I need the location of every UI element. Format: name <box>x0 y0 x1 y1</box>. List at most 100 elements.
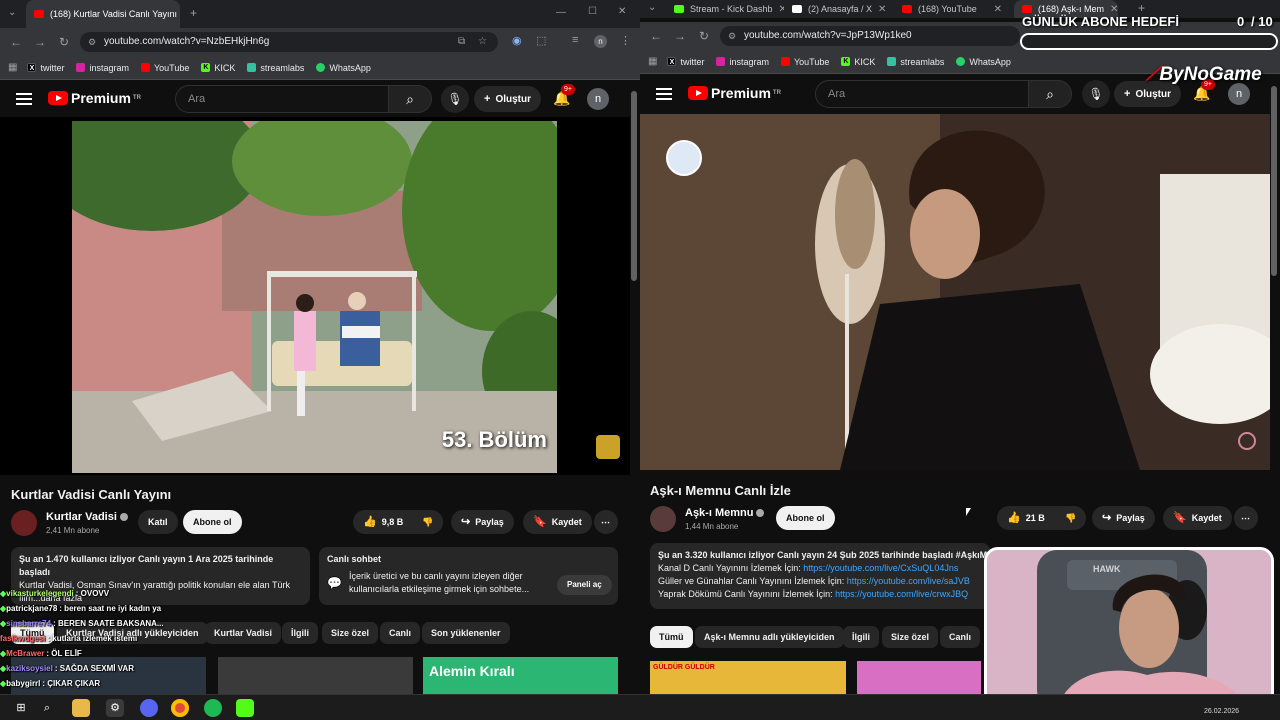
maximize-icon[interactable]: ☐ <box>588 6 597 17</box>
bookmark-instagram[interactable]: instagram <box>76 63 129 73</box>
tab-youtube[interactable]: (168) YouTube ✕ <box>894 0 1010 18</box>
dislike-button[interactable]: 👎 <box>415 510 443 534</box>
kanal-d-link[interactable]: https://youtube.com/live/CxSuQL04Jns <box>803 563 958 573</box>
apps-grid-icon[interactable]: ▦ <box>8 62 17 73</box>
tab-list-icon[interactable]: ⌄ <box>8 7 16 18</box>
chip-related[interactable]: İlgili <box>282 622 318 644</box>
bookmark-twitter[interactable]: Xtwitter <box>27 63 64 73</box>
channel-avatar[interactable] <box>11 510 37 536</box>
channel-name[interactable]: Kurtlar Vadisi <box>46 511 128 523</box>
bookmark-streamlabs[interactable]: streamlabs <box>887 57 944 67</box>
open-panel-button[interactable]: Paneli aç <box>557 575 612 595</box>
save-button[interactable]: 🔖 Kaydet <box>523 510 592 534</box>
bookmark-kick[interactable]: K KICK <box>841 57 875 67</box>
search-button[interactable]: ⌕ <box>1028 80 1072 108</box>
install-icon[interactable]: ⧉ <box>458 32 465 52</box>
settings-app-icon[interactable]: ⚙ <box>106 699 124 717</box>
hamburger-menu-icon[interactable] <box>656 88 672 100</box>
guller-link[interactable]: https://youtube.com/live/saJVB <box>847 576 970 586</box>
site-info-icon[interactable]: ⚙ <box>728 26 736 46</box>
chrome-icon[interactable] <box>171 699 189 717</box>
voice-search-button[interactable]: 🎙 <box>1082 80 1110 108</box>
account-avatar[interactable]: n <box>587 88 609 110</box>
video-player[interactable]: 53. Bölüm <box>0 117 630 475</box>
youtube-premium-logo[interactable]: Premium TR <box>48 90 141 106</box>
video-player[interactable] <box>640 114 1270 470</box>
tab-list-icon[interactable]: ⌄ <box>648 2 656 13</box>
recommended-thumb-2[interactable] <box>218 657 413 694</box>
search-button[interactable]: ⌕ <box>388 85 432 113</box>
subscribe-button[interactable]: Abone ol <box>183 510 242 534</box>
site-info-icon[interactable]: ⚙ <box>88 32 96 52</box>
bookmark-star-icon[interactable]: ☆ <box>478 32 487 52</box>
omnibox[interactable]: ⚙ youtube.com/watch?v=JpP13Wp1ke0 <box>720 26 1020 46</box>
close-tab-icon[interactable]: ✕ <box>773 4 784 15</box>
back-icon[interactable]: ← <box>4 35 28 49</box>
close-window-icon[interactable]: ✕ <box>618 6 626 17</box>
close-tab-icon[interactable]: ✕ <box>1104 4 1118 15</box>
notifications-button[interactable]: 🔔 9+ <box>553 84 575 107</box>
media-icon[interactable]: ≡ <box>572 34 578 46</box>
account-avatar[interactable]: n <box>1228 83 1250 105</box>
chip-recent[interactable]: Son yüklenenler <box>422 622 510 644</box>
close-tab-icon[interactable]: ✕ <box>988 4 1002 15</box>
new-tab-icon[interactable]: + <box>1138 1 1145 15</box>
recommended-thumb-1[interactable]: GÜLDÜR GÜLDÜR <box>650 661 846 694</box>
file-explorer-icon[interactable] <box>72 699 90 717</box>
share-button[interactable]: ↪ Paylaş <box>451 510 514 534</box>
join-button[interactable]: Katıl <box>138 510 178 534</box>
kick-app-icon[interactable] <box>236 699 254 717</box>
channel-avatar[interactable] <box>650 506 676 532</box>
bookmark-instagram[interactable]: instagram <box>716 57 769 67</box>
menu-dots-icon[interactable]: ⋮ <box>620 34 631 47</box>
apps-grid-icon[interactable]: ▦ <box>648 56 657 67</box>
chip-for-you[interactable]: Size özel <box>882 626 939 648</box>
bookmark-whatsapp[interactable]: WhatsApp <box>316 63 371 73</box>
profile-icon[interactable]: n <box>594 35 607 48</box>
omnibox[interactable]: ⚙ youtube.com/watch?v=NzbEHkjHn6g ⧉ ☆ <box>80 32 498 52</box>
back-icon[interactable]: ← <box>644 29 668 43</box>
chip-for-you[interactable]: Sizе özel <box>322 622 379 644</box>
channel-name[interactable]: Aşk-ı Memnu <box>685 507 765 519</box>
more-actions-button[interactable]: ⋯ <box>594 510 618 534</box>
chip-live[interactable]: Canlı <box>380 622 421 644</box>
reload-icon[interactable]: ↻ <box>692 29 716 43</box>
bookmark-whatsapp[interactable]: WhatsApp <box>956 57 1011 67</box>
yaprak-link[interactable]: https://youtube.com/live/crwxJBQ <box>835 589 968 599</box>
recommended-thumb-3[interactable]: Alemin Kıralı <box>423 657 618 694</box>
scrollbar-thumb[interactable] <box>631 91 637 281</box>
reload-icon[interactable]: ↻ <box>52 35 76 49</box>
tab-x[interactable]: (2) Anasayfa / X ✕ <box>784 0 894 18</box>
search-icon[interactable]: ⌕ <box>38 699 56 717</box>
new-tab-icon[interactable]: + <box>190 6 197 20</box>
dislike-button[interactable]: 👎 <box>1058 506 1086 530</box>
spotify-icon[interactable] <box>204 699 222 717</box>
close-tab-icon[interactable]: ✕ <box>177 9 180 20</box>
chip-all[interactable]: Tümü <box>650 626 693 648</box>
tab-kick-dashboard[interactable]: Stream - Kick Dashb ✕ <box>666 0 784 18</box>
share-button[interactable]: ↪ Paylaş <box>1092 506 1155 530</box>
chip-related[interactable]: İlgili <box>843 626 879 648</box>
bookmark-kick[interactable]: K KICK <box>201 63 235 73</box>
discord-icon[interactable] <box>140 699 158 717</box>
search-input[interactable]: Ara <box>815 80 1029 108</box>
left-scrollbar[interactable] <box>630 81 638 694</box>
minimize-icon[interactable]: — <box>556 7 566 18</box>
translate-icon[interactable]: ◉ <box>512 34 522 47</box>
extensions-icon[interactable]: ⬚ <box>536 34 546 47</box>
recommended-thumb-2[interactable] <box>857 661 981 694</box>
create-button[interactable]: + Oluştur <box>474 86 541 112</box>
bookmark-twitter[interactable]: Xtwitter <box>667 57 704 67</box>
chip-live[interactable]: Canlı <box>940 626 981 648</box>
save-button[interactable]: 🔖 Kaydet <box>1163 506 1232 530</box>
notifications-button[interactable]: 🔔 9+ <box>1193 79 1215 102</box>
voice-search-button[interactable]: 🎙 <box>441 85 469 113</box>
chip-from-uploader[interactable]: Aşk-ı Memnu adlı yükleyiciden <box>695 626 844 648</box>
close-tab-icon[interactable]: ✕ <box>872 4 886 15</box>
hamburger-menu-icon[interactable] <box>16 93 32 105</box>
bookmark-streamlabs[interactable]: streamlabs <box>247 63 304 73</box>
bookmark-youtube[interactable]: YouTube <box>780 57 829 67</box>
subscribe-button[interactable]: Abone ol <box>776 506 835 530</box>
forward-icon[interactable]: → <box>668 29 692 43</box>
youtube-premium-logo[interactable]: Premium TR <box>688 85 781 101</box>
